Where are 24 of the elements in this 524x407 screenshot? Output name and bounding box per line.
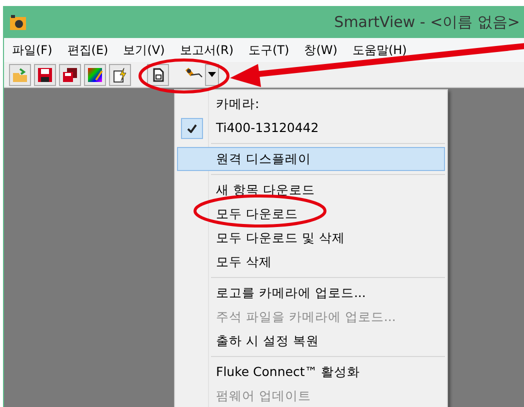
window-title: SmartView - <이름 없음> [334,12,521,34]
palette-icon[interactable] [84,64,106,86]
menu-item[interactable]: 원격 디스플레이 [177,147,445,171]
menu-item[interactable]: 편집(E) [67,41,108,59]
menu-item[interactable]: 창(W) [304,41,338,59]
menu-item[interactable]: 모두 삭제 [177,250,445,274]
menu-item[interactable]: 파일(F) [12,41,52,59]
menu-item[interactable]: 모두 다운로드 및 삭제 [177,226,445,250]
menu-item[interactable]: Fluke Connect™ 활성화 [177,360,445,384]
menu-item[interactable]: 출하 시 설정 복원 [177,329,445,353]
menu-item[interactable]: 보고서(R) [180,41,234,59]
menu-item[interactable]: 모두 다운로드 [177,202,445,226]
menu-item[interactable]: 도움말(H) [352,41,407,59]
menu-item[interactable]: 보기(V) [123,41,165,59]
menu-item[interactable]: Ti400-13120442 [177,116,445,140]
save-all-icon[interactable] [59,64,81,86]
edit-lightning-icon[interactable] [109,64,131,86]
app-icon [10,14,26,30]
menu-item[interactable]: 새 항목 다운로드 [177,178,445,202]
page-icon[interactable] [147,64,169,86]
menu-item[interactable]: 도구(T) [248,41,290,59]
menu-header: 카메라: [215,94,260,113]
save-icon[interactable] [34,64,56,86]
menu-item[interactable]: 로고를 카메라에 업로드... [177,281,445,305]
